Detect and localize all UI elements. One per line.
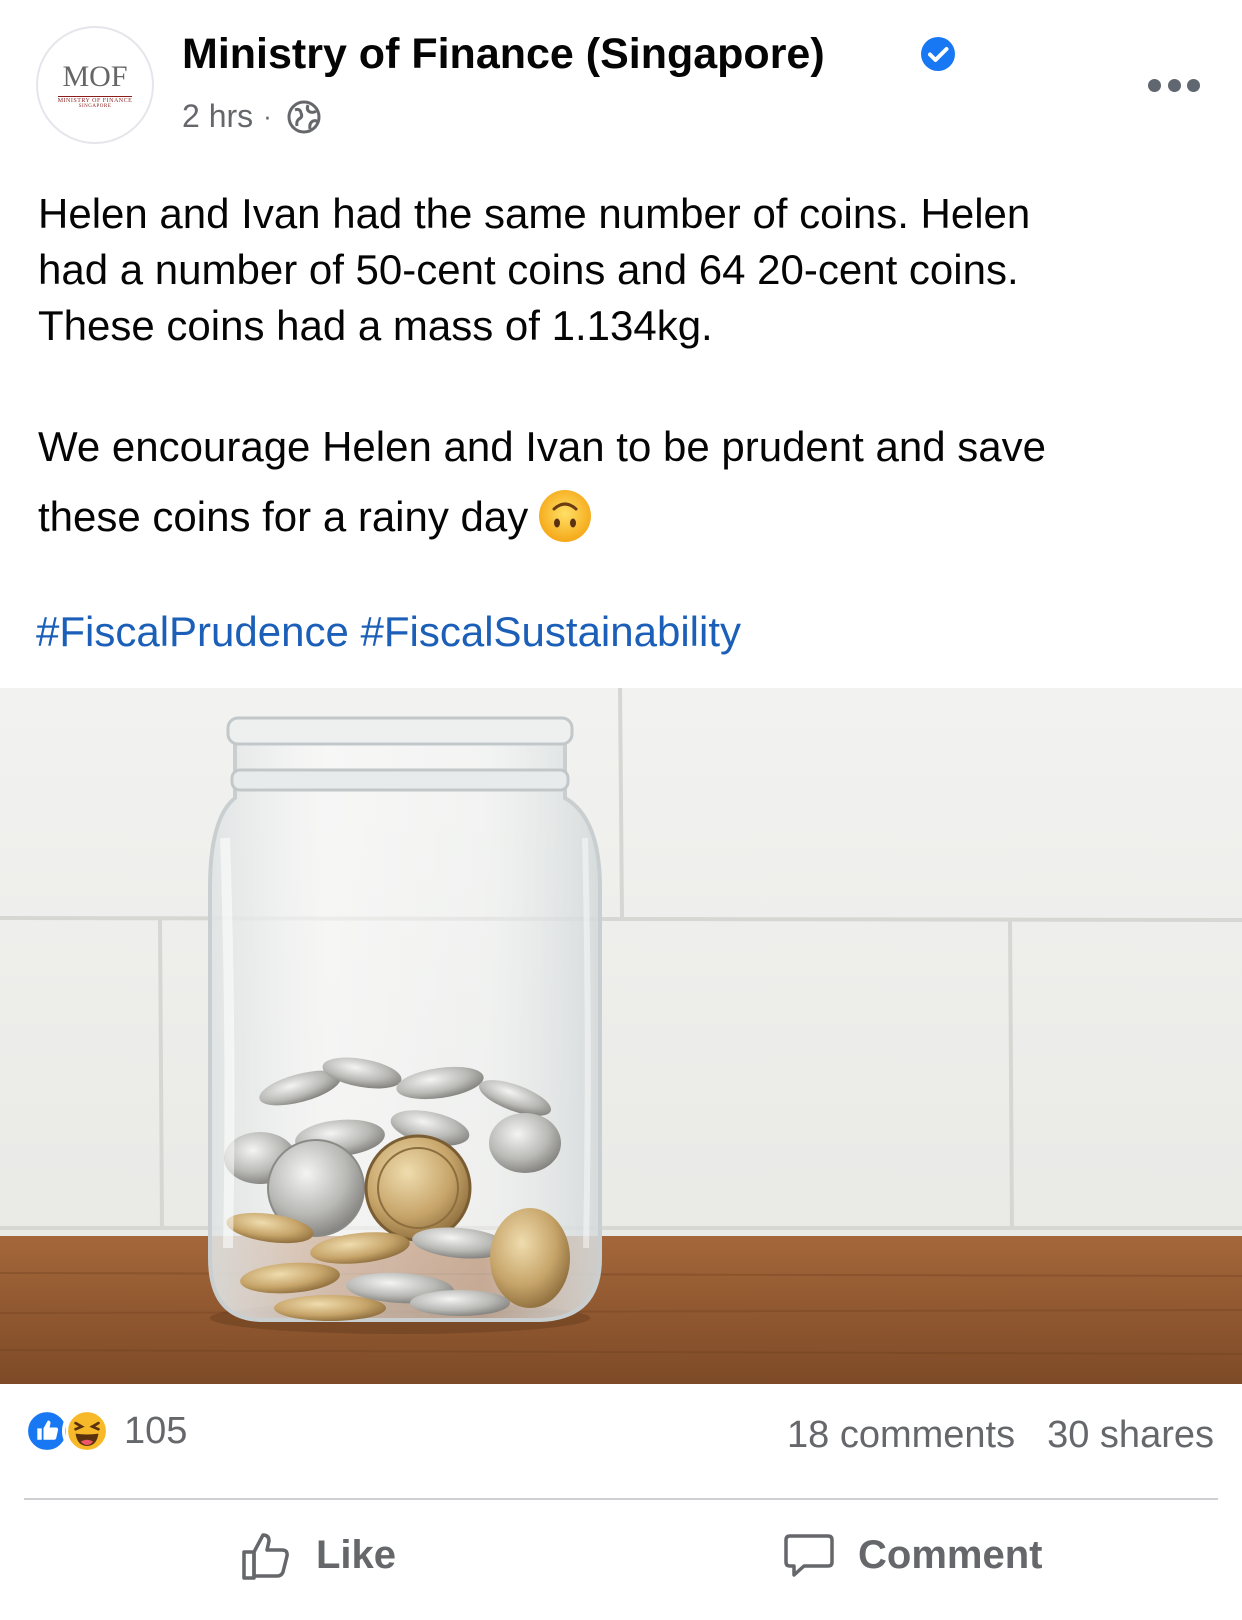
mof-logo-subtext: MINISTRY OF FINANCE <box>57 95 133 104</box>
actions-divider <box>24 1498 1218 1500</box>
post-time[interactable]: 2 hrs <box>182 98 253 135</box>
post-actions: Like Comment <box>0 1502 1242 1620</box>
comment-button[interactable]: Comment <box>782 1528 1042 1582</box>
post-text-line: had a number of 50-cent coins and 64 20-… <box>38 246 1019 293</box>
mof-logo-text: MOF <box>62 59 128 93</box>
post-body: Helen and Ivan had the same number of co… <box>38 186 1218 354</box>
haha-reaction-icon <box>62 1406 112 1456</box>
comment-label: Comment <box>858 1532 1043 1577</box>
post-body-paragraph-2: We encourage Helen and Ivan to be pruden… <box>38 412 1046 552</box>
post-stats: 105 18 comments 30 shares <box>0 1384 1242 1496</box>
post-text-line: Helen and Ivan had the same number of co… <box>38 190 1031 237</box>
hashtag-link[interactable]: #FiscalPrudence <box>36 608 349 655</box>
hashtag-link[interactable]: #FiscalSustainability <box>361 608 742 655</box>
more-options-icon[interactable] <box>1148 70 1200 100</box>
upside-down-face-emoji-icon <box>539 489 592 542</box>
post-text-line-with-emoji: these coins for a rainy day <box>38 482 1046 552</box>
like-label: Like <box>316 1532 397 1577</box>
reactions-summary[interactable]: 105 <box>22 1406 187 1456</box>
shares-count[interactable]: 30 shares <box>1047 1414 1214 1457</box>
page-name[interactable]: Ministry of Finance (Singapore) <box>182 30 825 79</box>
post-text-line: these coins for a rainy day <box>38 493 529 540</box>
post-text-line: These coins had a mass of 1.134kg. <box>38 302 713 349</box>
like-button[interactable]: Like <box>240 1528 396 1582</box>
globe-icon[interactable] <box>286 99 322 135</box>
comments-count[interactable]: 18 comments <box>787 1414 1015 1457</box>
coin-jar-photo <box>0 688 1242 1384</box>
post-header: MOF MINISTRY OF FINANCE SINGAPORE Minist… <box>0 0 1242 160</box>
engagement-counts: 18 comments 30 shares <box>787 1414 1214 1457</box>
hashtags: #FiscalPrudence #FiscalSustainability <box>36 608 741 656</box>
post-text-line: We encourage Helen and Ivan to be pruden… <box>38 423 1046 470</box>
page-avatar[interactable]: MOF MINISTRY OF FINANCE SINGAPORE <box>36 26 154 144</box>
verified-badge-icon <box>921 37 955 71</box>
reaction-count: 105 <box>124 1409 188 1452</box>
comment-bubble-icon <box>784 1534 834 1577</box>
meta-separator: · <box>263 101 272 131</box>
mof-logo-subtext2: SINGAPORE <box>78 103 112 109</box>
post-meta: 2 hrs · <box>182 98 322 135</box>
post-photo[interactable] <box>0 688 1242 1384</box>
thumbs-up-icon <box>242 1533 289 1580</box>
